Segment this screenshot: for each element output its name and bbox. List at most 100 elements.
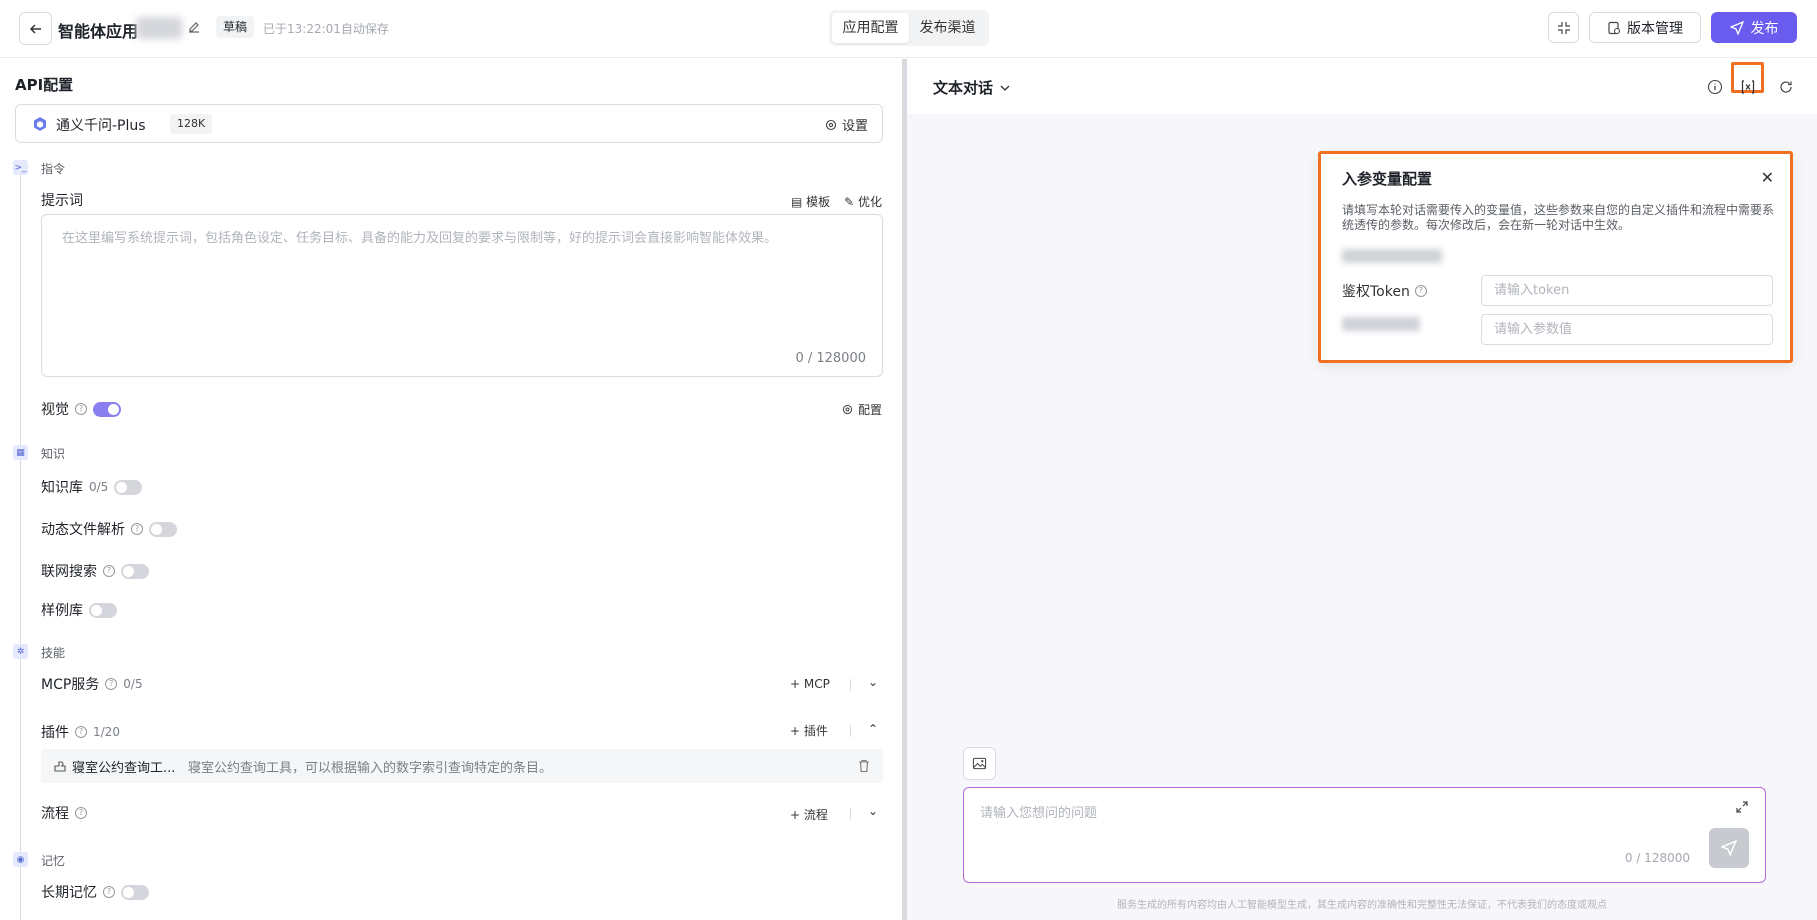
plugin-label: 插件: [41, 725, 69, 741]
edit-icon[interactable]: [186, 19, 202, 35]
mcp-label: MCP服务: [41, 677, 100, 693]
help-icon[interactable]: ?: [75, 807, 87, 819]
plugin-item-name: 寝室公约查询工...: [72, 761, 176, 776]
disclaimer: 服务生成的所有内容均由人工智能模型生成，其生成内容的准确性和完整性无法保证，不代…: [1117, 900, 1607, 911]
book-icon: ▦: [13, 445, 28, 460]
collapse-button[interactable]: [1548, 12, 1579, 43]
flow-row: 流程 ?: [41, 803, 87, 823]
samples-row: 样例库: [41, 600, 117, 620]
tab-app-config[interactable]: 应用配置: [832, 13, 909, 43]
chat-mode-dropdown[interactable]: 文本对话: [933, 77, 1011, 98]
variables-icon[interactable]: [1740, 79, 1756, 95]
prompt-counter: 0 / 128000: [795, 351, 866, 366]
mcp-count: 0/5: [123, 677, 143, 691]
back-button[interactable]: [19, 12, 52, 45]
chevron-down-icon[interactable]: ⌄: [868, 675, 878, 689]
samples-toggle[interactable]: [89, 602, 117, 618]
trash-icon[interactable]: [857, 759, 871, 773]
optimize-button[interactable]: ✎ 优化: [844, 193, 882, 210]
plugin-item[interactable]: 寝室公约查询工... 寝室公约查询工具，可以根据输入的数字索引查询特定的条目。: [41, 749, 883, 783]
chat-mode-label: 文本对话: [933, 79, 994, 97]
expand-icon[interactable]: [1735, 800, 1749, 814]
kb-label: 知识库: [41, 480, 83, 496]
prompt-textarea[interactable]: 在这里编写系统提示词，包括角色设定、任务目标、具备的能力及回复的要求与限制等，好…: [41, 214, 883, 377]
optimize-label: 优化: [857, 195, 882, 209]
template-button[interactable]: ▤ 模板: [791, 193, 830, 210]
qwen-logo-icon: [34, 117, 46, 131]
flow-label: 流程: [41, 806, 69, 822]
info-icon[interactable]: [1707, 79, 1723, 95]
publish-button-label: 发布: [1750, 20, 1779, 37]
chat-input[interactable]: 请输入您想问的问题 0 / 128000: [963, 787, 1766, 883]
vision-config-button[interactable]: 配置: [842, 401, 882, 418]
dynamic-file-toggle[interactable]: [149, 521, 177, 537]
chat-counter: 0 / 128000: [1624, 851, 1690, 865]
kb-toggle[interactable]: [114, 479, 143, 495]
dynamic-file-row: 动态文件解析 ?: [41, 519, 177, 539]
vision-toggle[interactable]: [93, 401, 121, 417]
memory-icon: ◉: [13, 852, 28, 867]
token-input[interactable]: 请输入token: [1481, 275, 1773, 306]
api-config-title: API配置: [15, 76, 74, 94]
long-term-memory-label: 长期记忆: [41, 885, 97, 901]
config-panel: API配置 通义千问-Plus 128K 设置 >_ 指令 提示词 ▤ 模板 ✎…: [0, 59, 902, 920]
chevron-down-icon[interactable]: ⌄: [868, 804, 878, 818]
help-icon[interactable]: ?: [105, 678, 118, 690]
chevron-down-icon: [1000, 85, 1010, 91]
terminal-icon: >_: [13, 160, 28, 175]
help-icon[interactable]: ?: [75, 403, 87, 415]
separator: [850, 679, 851, 691]
add-flow-button[interactable]: + 流程: [790, 806, 828, 823]
plugin-item-desc: 寝室公约查询工具，可以根据输入的数字索引查询特定的条目。: [188, 761, 553, 776]
app-title-blurred-suffix: [136, 17, 182, 39]
help-icon[interactable]: ?: [75, 726, 87, 738]
blurred-group-label: [1342, 249, 1442, 263]
send-icon: [1721, 840, 1737, 856]
send-button[interactable]: [1709, 828, 1749, 868]
refresh-icon[interactable]: [1778, 79, 1794, 95]
help-icon[interactable]: ?: [103, 886, 115, 898]
long-term-memory-toggle[interactable]: [121, 884, 149, 900]
add-mcp-button[interactable]: + MCP: [790, 677, 830, 691]
top-bar: 智能体应用 草稿 已于13:22:01自动保存 应用配置 发布渠道 版本管理 发…: [0, 0, 1817, 58]
add-plugin-button[interactable]: + 插件: [790, 722, 828, 739]
popover-description: 请填写本轮对话需要传入的变量值，这些参数来自您的自定义插件和流程中需要系统透传的…: [1342, 203, 1775, 232]
send-icon: [1729, 20, 1744, 35]
collapse-icon: [1557, 21, 1570, 34]
popover-title: 入参变量配置: [1342, 170, 1433, 188]
autosave-status: 已于13:22:01自动保存: [263, 22, 389, 36]
vision-config-label: 配置: [857, 403, 882, 417]
prompt-tools: ▤ 模板 ✎ 优化: [791, 193, 882, 210]
help-icon[interactable]: ?: [131, 523, 143, 535]
close-icon[interactable]: ✕: [1761, 168, 1774, 187]
help-icon[interactable]: ?: [1414, 285, 1427, 297]
app-title: 智能体应用: [58, 22, 139, 41]
image-upload-button[interactable]: [963, 747, 996, 780]
version-icon: [1608, 21, 1621, 34]
web-search-row: 联网搜索 ?: [41, 561, 149, 581]
chevron-up-icon[interactable]: ⌃: [868, 722, 878, 736]
group-instructions: 指令: [41, 162, 66, 176]
dynamic-file-label: 动态文件解析: [41, 522, 125, 538]
publish-button[interactable]: 发布: [1711, 12, 1797, 43]
version-button-label: 版本管理: [1627, 20, 1683, 37]
group-skills: 技能: [41, 646, 66, 660]
samples-label: 样例库: [41, 603, 83, 619]
help-icon[interactable]: ?: [103, 565, 115, 577]
kb-row: 知识库 0/5: [41, 477, 143, 497]
version-management-button[interactable]: 版本管理: [1589, 12, 1701, 43]
model-settings-button[interactable]: 设置: [825, 115, 868, 134]
template-label: 模板: [806, 195, 831, 209]
gear-icon: [825, 119, 837, 130]
prompt-label: 提示词: [41, 193, 83, 209]
tab-publish-channel[interactable]: 发布渠道: [909, 13, 986, 43]
gear-icon: [842, 404, 853, 415]
param-input[interactable]: 请输入参数值: [1481, 314, 1773, 345]
plugin-row: 插件 ? 1/20: [41, 722, 120, 742]
web-search-toggle[interactable]: [121, 563, 149, 579]
model-selector[interactable]: 通义千问-Plus 128K 设置: [15, 104, 883, 143]
plugin-count: 1/20: [93, 725, 120, 739]
group-memory: 记忆: [41, 854, 66, 868]
vision-row: 视觉 ?: [41, 399, 121, 419]
prompt-placeholder: 在这里编写系统提示词，包括角色设定、任务目标、具备的能力及回复的要求与限制等，好…: [62, 231, 778, 246]
